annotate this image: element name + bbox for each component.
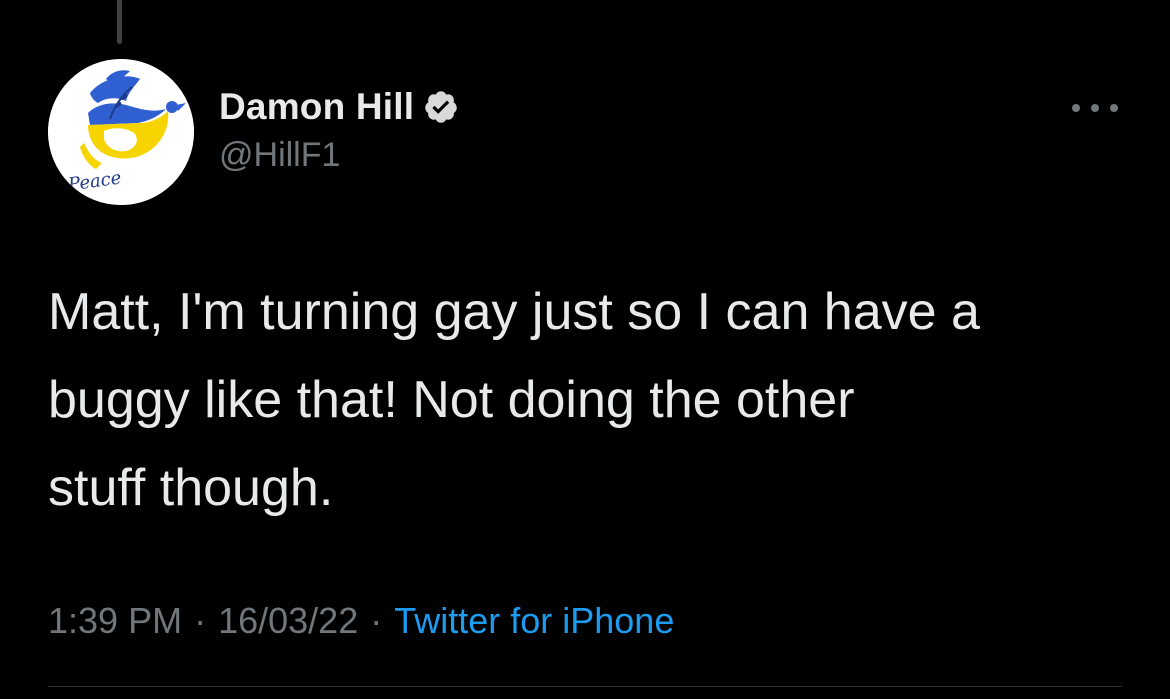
author-display-name[interactable]: Damon Hill [219,86,414,128]
more-options-icon[interactable] [1068,96,1122,120]
author-name-row: Damon Hill [219,84,459,130]
meta-separator: · [194,600,207,641]
meta-separator: · [370,600,383,641]
tweet-metadata: 1:39 PM · 16/03/22 · Twitter for iPhone [48,600,674,642]
tweet-time[interactable]: 1:39 PM [48,600,182,642]
tweet[interactable]: Peace Damon Hill @HillF1 Matt, I'm turni… [0,0,1170,699]
author-block: Damon Hill @HillF1 [219,84,459,175]
avatar[interactable]: Peace [48,59,194,205]
tweet-date[interactable]: 16/03/22 [218,600,358,642]
divider [48,686,1122,687]
thread-connector-line [117,0,122,44]
author-handle[interactable]: @HillF1 [219,136,459,175]
tweet-source-link[interactable]: Twitter for iPhone [394,600,674,642]
tweet-text: Matt, I'm turning gay just so I can have… [48,283,980,517]
verified-badge-icon [425,91,457,123]
